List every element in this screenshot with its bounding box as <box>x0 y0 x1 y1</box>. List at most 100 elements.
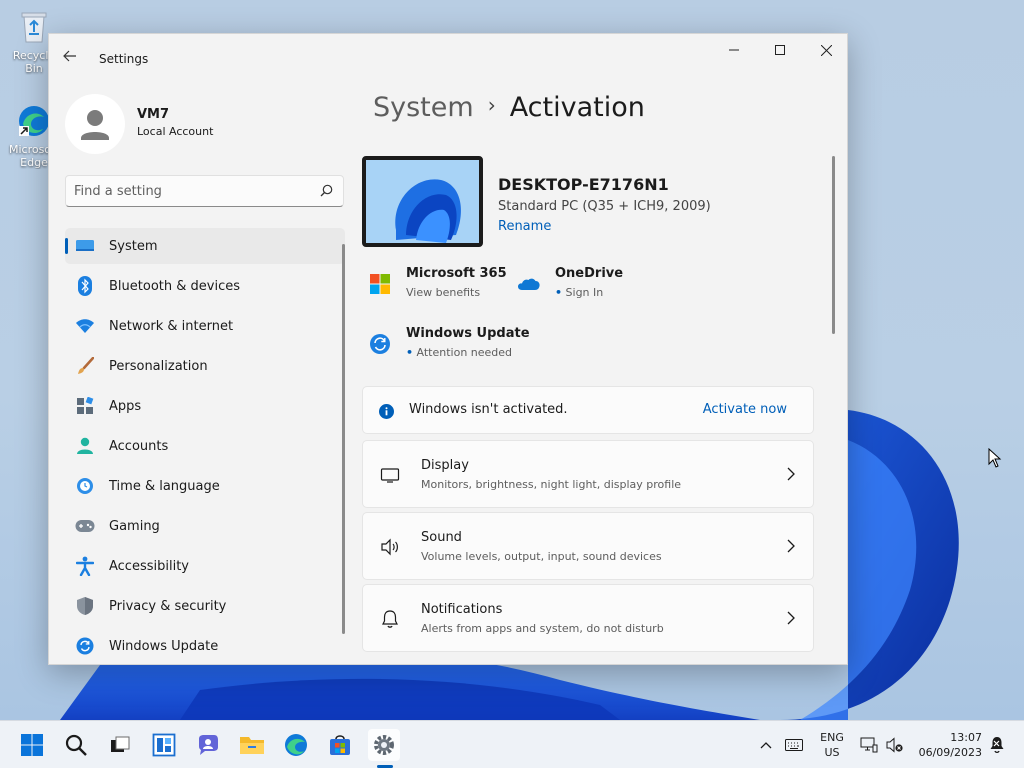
window-title: Settings <box>99 52 149 66</box>
chevron-up-icon <box>760 742 772 749</box>
store-button[interactable] <box>324 729 356 761</box>
device-thumbnail <box>362 156 483 247</box>
clock[interactable]: 13:07 06/09/2023 <box>912 730 982 760</box>
sidebar-item-network-internet[interactable]: Network & internet <box>65 308 345 344</box>
monitor-icon <box>380 468 400 483</box>
device-name: DESKTOP-E7176N1 <box>498 175 669 194</box>
sidebar-item-bluetooth-devices[interactable]: Bluetooth & devices <box>65 268 345 304</box>
breadcrumb-parent[interactable]: System <box>373 92 474 123</box>
settings-taskbar-button[interactable] <box>368 729 400 761</box>
sidebar-item-label: Accessibility <box>109 558 189 574</box>
person-placeholder-icon <box>81 110 109 140</box>
recycle-bin-icon <box>21 12 47 43</box>
file-explorer-button[interactable] <box>236 729 268 761</box>
settings-row-notifications[interactable]: Notifications Alerts from apps and syste… <box>362 584 814 652</box>
windows-update-link[interactable]: Windows Update • Attention needed <box>368 326 548 366</box>
sidebar-item-privacy-security[interactable]: Privacy & security <box>65 588 345 624</box>
keyboard-icon <box>785 739 803 751</box>
activate-now-button[interactable]: Activate now <box>703 402 787 417</box>
row-title: Display <box>421 458 469 473</box>
settings-window: Settings VM7 Local Account Find a settin… <box>48 33 848 665</box>
minimize-icon <box>729 49 739 51</box>
search-icon[interactable] <box>320 184 333 197</box>
microsoft-logo-icon <box>370 274 390 294</box>
start-button[interactable] <box>16 729 48 761</box>
clock-time: 13:07 <box>950 731 982 744</box>
rename-link[interactable]: Rename <box>498 219 551 234</box>
status-dot: • <box>406 346 414 359</box>
chevron-right-icon <box>787 467 795 481</box>
sidebar-item-windows-update[interactable]: Windows Update <box>65 628 345 664</box>
back-button[interactable] <box>63 48 83 68</box>
touch-keyboard-button[interactable] <box>782 735 806 755</box>
device-model: Standard PC (Q35 + ICH9, 2009) <box>498 199 711 214</box>
teams-chat-button[interactable] <box>192 729 224 761</box>
gear-icon <box>374 735 394 755</box>
onedrive-cloud-icon <box>518 278 540 290</box>
microsoft-365-link[interactable]: Microsoft 365 View benefits <box>368 266 518 306</box>
title-bar[interactable]: Settings <box>49 34 847 82</box>
row-subtitle: Monitors, brightness, night light, displ… <box>421 478 682 491</box>
bell-icon <box>382 610 398 628</box>
accessibility-icon <box>75 556 95 576</box>
sidebar-item-accessibility[interactable]: Accessibility <box>65 548 345 584</box>
folder-icon <box>240 737 264 754</box>
shield-icon <box>75 596 95 616</box>
widgets-icon <box>152 733 176 757</box>
close-button[interactable] <box>803 34 847 66</box>
edge-icon <box>19 106 49 136</box>
sidebar-item-accounts[interactable]: Accounts <box>65 428 345 464</box>
sidebar-item-personalization[interactable]: Personalization <box>65 348 345 384</box>
taskbar-search-button[interactable] <box>60 729 92 761</box>
chevron-right-icon <box>787 611 795 625</box>
profile-name: VM7 <box>137 107 170 122</box>
minimize-button[interactable] <box>711 34 757 66</box>
quick-link-title: Windows Update <box>406 326 530 341</box>
person-icon <box>75 436 95 456</box>
notifications-button[interactable] <box>986 735 1008 755</box>
taskbar: ENG US 13:07 06/09/2023 <box>0 720 1024 768</box>
row-title: Notifications <box>421 602 503 617</box>
sidebar-item-label: Time & language <box>109 478 220 494</box>
settings-row-sound[interactable]: Sound Volume levels, output, input, soun… <box>362 512 814 580</box>
globe-clock-icon <box>75 476 95 496</box>
row-subtitle: Volume levels, output, input, sound devi… <box>421 550 662 563</box>
breadcrumb: System › Activation <box>373 92 645 123</box>
sidebar-item-apps[interactable]: Apps <box>65 388 345 424</box>
search-box[interactable] <box>65 175 344 207</box>
row-subtitle: Alerts from apps and system, do not dist… <box>421 622 664 635</box>
maximize-icon <box>775 45 785 55</box>
content-scrollbar[interactable] <box>832 156 835 334</box>
task-view-button[interactable] <box>104 729 136 761</box>
status-dot: • <box>555 286 563 299</box>
maximize-button[interactable] <box>757 34 803 66</box>
clock-date: 06/09/2023 <box>918 746 982 759</box>
volume-button[interactable] <box>884 735 906 755</box>
sidebar-item-system[interactable]: System <box>65 228 345 264</box>
sidebar-item-gaming[interactable]: Gaming <box>65 508 345 544</box>
show-hidden-icons-button[interactable] <box>756 735 776 755</box>
notification-bell-icon <box>990 737 1004 753</box>
speaker-muted-icon <box>886 737 903 753</box>
edge-icon <box>285 734 307 756</box>
network-status-button[interactable] <box>858 735 880 755</box>
widgets-button[interactable] <box>148 729 180 761</box>
sidebar-item-label: Apps <box>109 398 142 414</box>
quick-link-subtitle: • Sign In <box>555 286 604 299</box>
network-monitor-icon <box>860 737 878 753</box>
settings-row-display[interactable]: Display Monitors, brightness, night ligh… <box>362 440 814 508</box>
onedrive-link[interactable]: OneDrive • Sign In <box>517 266 647 306</box>
chevron-right-icon: › <box>487 93 496 117</box>
search-icon <box>65 734 87 756</box>
sidebar-scrollbar[interactable] <box>342 244 345 634</box>
sidebar-item-time-language[interactable]: Time & language <box>65 468 345 504</box>
store-icon <box>330 735 350 755</box>
user-profile[interactable]: VM7 Local Account <box>65 94 345 154</box>
mouse-cursor-icon <box>988 448 1002 468</box>
bluetooth-icon <box>75 276 95 296</box>
quick-link-title: OneDrive <box>555 266 624 281</box>
edge-button[interactable] <box>280 729 312 761</box>
input-language-indicator[interactable]: ENG US <box>816 730 848 760</box>
avatar <box>65 94 125 154</box>
search-input[interactable] <box>74 181 314 201</box>
